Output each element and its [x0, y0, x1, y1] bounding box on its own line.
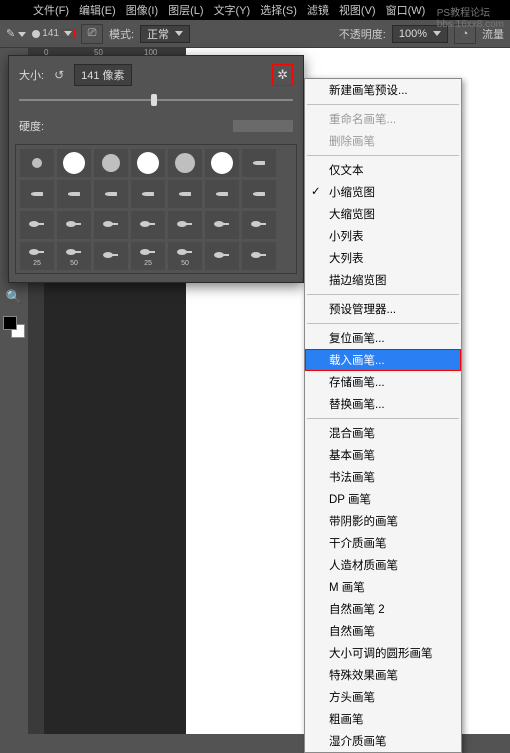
- menu-item[interactable]: 窗口(W): [383, 2, 429, 18]
- menu-item[interactable]: 基本画笔: [305, 444, 461, 466]
- separator: [307, 104, 459, 105]
- brush-grid[interactable]: 25502550: [15, 144, 297, 274]
- menu-item[interactable]: 方头画笔: [305, 686, 461, 708]
- toggle-brush-panel-icon[interactable]: ⎚: [81, 24, 103, 44]
- menu-item[interactable]: 自然画笔 2: [305, 598, 461, 620]
- menubar: 文件(F)编辑(E)图像(I)图层(L) 文字(Y)选择(S)滤镜视图(V)窗口(…: [0, 0, 510, 20]
- size-value[interactable]: 141 像素: [74, 64, 131, 86]
- tool-preset-icon[interactable]: ✎: [6, 27, 26, 40]
- menu-item[interactable]: 新建画笔预设...: [305, 79, 461, 101]
- reset-icon[interactable]: ↺: [54, 68, 64, 82]
- options-bar: ✎ 141 ⎚ 模式: 正常 不透明度: 100% ◔ 流量: [0, 20, 510, 48]
- brush-preset-thumb[interactable]: [131, 211, 165, 239]
- menu-item[interactable]: 存储画笔...: [305, 371, 461, 393]
- brush-preset-thumb[interactable]: [94, 211, 128, 239]
- mode-label: 模式:: [109, 26, 134, 42]
- brush-preset-thumb[interactable]: [57, 180, 91, 208]
- menu-item[interactable]: ✓小缩览图: [305, 181, 461, 203]
- color-swatches[interactable]: [3, 316, 25, 338]
- separator: [307, 323, 459, 324]
- menu-item[interactable]: 复位画笔...: [305, 327, 461, 349]
- zoom-tool[interactable]: 🔍: [3, 286, 25, 308]
- menu-item[interactable]: 带阴影的画笔: [305, 510, 461, 532]
- brush-preset-thumb[interactable]: [168, 180, 202, 208]
- brush-preset-thumb[interactable]: [205, 211, 239, 239]
- menu-item[interactable]: 小列表: [305, 225, 461, 247]
- brush-preset-thumb[interactable]: [242, 180, 276, 208]
- brush-dropdown-highlight[interactable]: [61, 29, 75, 38]
- menu-item[interactable]: 图层(L): [165, 2, 206, 18]
- brush-preset-thumb[interactable]: [57, 211, 91, 239]
- menu-item[interactable]: 选择(S): [257, 2, 300, 18]
- mode-select[interactable]: 正常: [140, 25, 190, 43]
- size-slider[interactable]: [19, 94, 293, 106]
- menu-item: 重命名画笔...: [305, 108, 461, 130]
- menu-item[interactable]: 自然画笔: [305, 620, 461, 642]
- brush-preset-thumb[interactable]: [168, 211, 202, 239]
- brush-preset-thumb[interactable]: [20, 149, 54, 177]
- menu-item[interactable]: M 画笔: [305, 576, 461, 598]
- brush-flyout-menu: 新建画笔预设... 重命名画笔...删除画笔仅文本✓小缩览图大缩览图小列表大列表描…: [304, 78, 462, 753]
- menu-item[interactable]: 滤镜: [304, 2, 332, 18]
- brush-preset-thumb[interactable]: 25: [131, 242, 165, 270]
- menu-item[interactable]: 仅文本: [305, 159, 461, 181]
- brush-preview[interactable]: 141: [32, 28, 75, 39]
- size-label: 大小:: [19, 67, 44, 83]
- menu-item[interactable]: 大小可调的圆形画笔: [305, 642, 461, 664]
- brush-preset-thumb[interactable]: 50: [57, 242, 91, 270]
- menu-item[interactable]: 人造材质画笔: [305, 554, 461, 576]
- menu-item[interactable]: 载入画笔...: [305, 349, 461, 371]
- menu-item: 删除画笔: [305, 130, 461, 152]
- brush-preset-panel: 大小: ↺ 141 像素 ✲ 硬度: 25502550: [8, 55, 304, 283]
- menu-item[interactable]: 替换画笔...: [305, 393, 461, 415]
- brush-preset-thumb[interactable]: [57, 149, 91, 177]
- menu-item[interactable]: 预设管理器...: [305, 298, 461, 320]
- brush-preset-thumb[interactable]: [131, 149, 165, 177]
- gear-icon[interactable]: ✲: [272, 64, 293, 86]
- menu-item[interactable]: 编辑(E): [76, 2, 119, 18]
- brush-preset-thumb[interactable]: 25: [20, 242, 54, 270]
- brush-preset-thumb[interactable]: [205, 180, 239, 208]
- check-icon: ✓: [311, 184, 321, 198]
- opacity-label: 不透明度:: [339, 26, 386, 42]
- brush-preset-thumb[interactable]: [94, 242, 128, 270]
- brush-preset-thumb[interactable]: [242, 242, 276, 270]
- menu-item[interactable]: 图像(I): [123, 2, 161, 18]
- menu-item[interactable]: 干介质画笔: [305, 532, 461, 554]
- brush-preset-thumb[interactable]: [94, 180, 128, 208]
- separator: [307, 294, 459, 295]
- brush-preset-thumb[interactable]: [20, 180, 54, 208]
- hardness-value[interactable]: [233, 120, 293, 132]
- menu-item[interactable]: 书法画笔: [305, 466, 461, 488]
- menu-item[interactable]: 视图(V): [336, 2, 379, 18]
- brush-preset-thumb[interactable]: [205, 149, 239, 177]
- brush-preset-thumb[interactable]: [20, 211, 54, 239]
- menu-item[interactable]: 描边缩览图: [305, 269, 461, 291]
- hardness-label: 硬度:: [19, 118, 44, 134]
- brush-preset-thumb[interactable]: [205, 242, 239, 270]
- brush-preset-thumb[interactable]: [131, 180, 165, 208]
- brush-preset-thumb[interactable]: [168, 149, 202, 177]
- menu-item[interactable]: DP 画笔: [305, 488, 461, 510]
- brand: PS教程论坛bbs.16xx8.com: [437, 4, 504, 30]
- menu-item[interactable]: 大缩览图: [305, 203, 461, 225]
- menu-item[interactable]: 混合画笔: [305, 422, 461, 444]
- brush-preset-thumb[interactable]: [242, 211, 276, 239]
- brush-preset-thumb[interactable]: 50: [168, 242, 202, 270]
- menu-item[interactable]: 文字(Y): [211, 2, 254, 18]
- menu-item[interactable]: 特殊效果画笔: [305, 664, 461, 686]
- menu-item[interactable]: 湿介质画笔: [305, 730, 461, 752]
- menu-item[interactable]: 大列表: [305, 247, 461, 269]
- brush-preset-thumb[interactable]: [242, 149, 276, 177]
- separator: [307, 155, 459, 156]
- separator: [307, 418, 459, 419]
- menu-item[interactable]: 文件(F): [30, 2, 72, 18]
- menu-item[interactable]: 粗画笔: [305, 708, 461, 730]
- brush-preset-thumb[interactable]: [94, 149, 128, 177]
